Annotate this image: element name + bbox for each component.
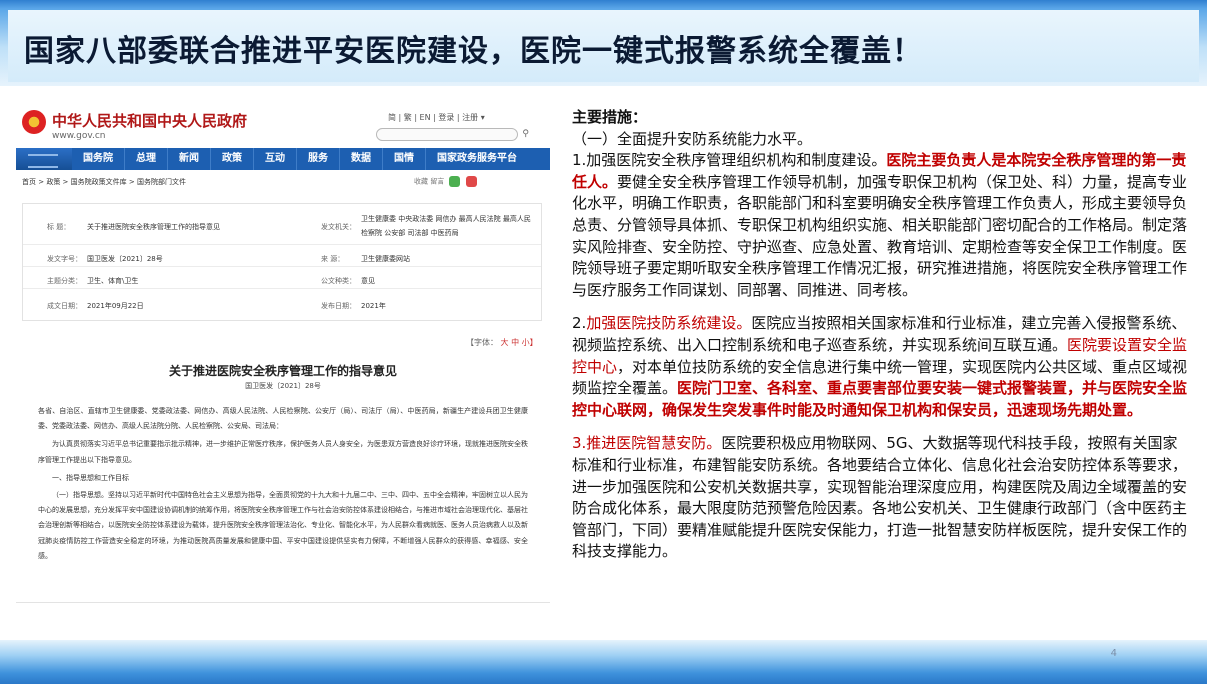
weibo-share-icon[interactable] [465,176,477,187]
nav-item-service[interactable]: 服务 [297,148,340,170]
nav-item-data[interactable]: 数据 [340,148,383,170]
font-size-small[interactable]: 小】 [522,338,538,347]
footer-band [0,640,1207,684]
nav-item-national[interactable]: 国情 [383,148,426,170]
slide-title: 国家八部委联合推进平安医院建设，医院一键式报警系统全覆盖！ [24,34,923,69]
page-number: 4 [1110,648,1117,659]
meta-published-value: 2021年 [361,302,386,310]
measure-2-title: 加强医院技防系统建设。 [586,314,752,333]
main-measures: 主要措施： （一）全面提升安防系统能力水平。 1.加强医院安全秩序管理组织机构和… [572,107,1192,563]
doc-tools: 收藏 留言 [414,176,477,187]
meta-issuer-value-1: 卫生健康委 中央政法委 网信办 最高人民法院 最高人民 [361,215,531,223]
meta-issuer-label: 发文机关： [321,223,356,231]
national-emblem-icon [22,110,46,134]
measure-1-title: 1.加强医院安全秩序管理组织机构和制度建设。 [572,151,887,170]
measure-1-text: 要健全安全秩序管理工作领导机制，加强专职保卫机构（保卫处、科）力量，提高专业化水… [572,172,1188,299]
nav-item-state-council[interactable]: 国务院 [72,148,125,170]
nav-item-news[interactable]: 新闻 [168,148,211,170]
meta-type-label: 公文种类： [321,277,356,285]
meta-number-label: 发文字号： [47,255,82,263]
wechat-share-icon[interactable] [449,176,461,187]
meta-title-label: 标 题： [47,223,71,231]
document-section-heading: 一、指导思想和工作目标 [52,473,129,482]
gov-header: 中华人民共和国中央人民政府 www.gov.cn 简 | 繁 | EN | 登录… [16,100,550,148]
meta-topic-label: 主题分类： [47,277,82,285]
measure-2-number: 2. [572,314,587,333]
meta-topic-value: 卫生、体育\卫生 [87,277,139,285]
gov-site-name: 中华人民共和国中央人民政府 [52,112,248,130]
nav-item-interact[interactable]: 互动 [254,148,297,170]
nav-home-banner[interactable] [16,148,72,170]
meta-source-label: 来 源： [321,255,345,263]
font-size-large[interactable]: 大 [501,338,509,347]
document-meta-table: 标 题： 关于推进医院安全秩序管理工作的指导意见 发文机关： 卫生健康委 中央政… [22,203,542,321]
meta-divider [23,288,541,289]
breadcrumb[interactable]: 首页 > 政策 > 国务院政策文件库 > 国务院部门文件 [22,177,186,187]
meta-source-value: 卫生健康委网站 [361,255,410,263]
measures-subheading: （一）全面提升安防系统能力水平。 [572,129,813,148]
meta-type-value: 意见 [361,277,375,285]
doc-tools-label[interactable]: 收藏 留言 [414,178,444,186]
document-body: 各省、自治区、直辖市卫生健康委、党委政法委、网信办、高级人民法院、人民检察院、公… [38,404,528,567]
document-paragraph: （一）指导思想。坚持以习近平新时代中国特色社会主义思想为指导，全面贯彻党的十九大… [38,491,528,560]
meta-divider [23,244,541,245]
meta-published-label: 发布日期： [321,302,356,310]
meta-issuer-value-2: 检察院 公安部 司法部 中医药局 [361,229,459,237]
gov-site-domain: www.gov.cn [52,131,106,141]
measures-heading: 主要措施： [572,108,648,126]
nav-item-policy[interactable]: 政策 [211,148,254,170]
meta-title-value: 关于推进医院安全秩序管理工作的指导意见 [87,223,220,231]
font-size-label: 【字体： [466,338,498,347]
gov-nav-bar: 国务院 总理 新闻 政策 互动 服务 数据 国情 国家政务服务平台 [16,148,550,170]
gov-top-links[interactable]: 简 | 繁 | EN | 登录 | 注册 ▾ [388,112,485,123]
nav-item-premier[interactable]: 总理 [125,148,168,170]
meta-number-value: 国卫医发〔2021〕28号 [87,255,163,263]
meta-written-label: 成文日期： [47,302,82,310]
measure-2: 2.加强医院技防系统建设。医院应当按照相关国家标准和行业标准，建立完善入侵报警系… [572,313,1192,421]
document-number: 国卫医发〔2021〕28号 [245,382,321,390]
document-screenshot: 中华人民共和国中央人民政府 www.gov.cn 简 | 繁 | EN | 登录… [16,100,550,603]
meta-divider [23,266,541,267]
measure-3: 3.推进医院智慧安防。医院要积极应用物联网、5G、大数据等现代科技手段，按照有关… [572,433,1192,563]
document-title: 关于推进医院安全秩序管理工作的指导意见 [168,364,397,378]
document-paragraph: 为认真贯彻落实习近平总书记重要指示批示精神，进一步维护正常医疗秩序，保护医务人员… [38,440,528,464]
measure-3-title: 3.推进医院智慧安防。 [572,434,722,453]
search-icon[interactable]: ⚲ [522,129,529,139]
meta-written-value: 2021年09月22日 [87,302,144,310]
font-size-medium[interactable]: 中 [511,338,519,347]
measure-3-text: 医院要积极应用物联网、5G、大数据等现代科技手段，按照有关国家标准和行业标准，布… [572,434,1188,561]
nav-item-service-platform[interactable]: 国家政务服务平台 [426,148,528,170]
gov-search-input[interactable]: ⚲ [376,128,529,141]
measure-1: 1.加强医院安全秩序管理组织机构和制度建设。医院主要负责人是本院安全秩序管理的第… [572,150,1192,301]
font-size-switcher: 【字体： 大 中 小】 [466,337,538,348]
document-paragraph: 各省、自治区、直辖市卫生健康委、党委政法委、网信办、高级人民法院、人民检察院、公… [38,407,528,431]
